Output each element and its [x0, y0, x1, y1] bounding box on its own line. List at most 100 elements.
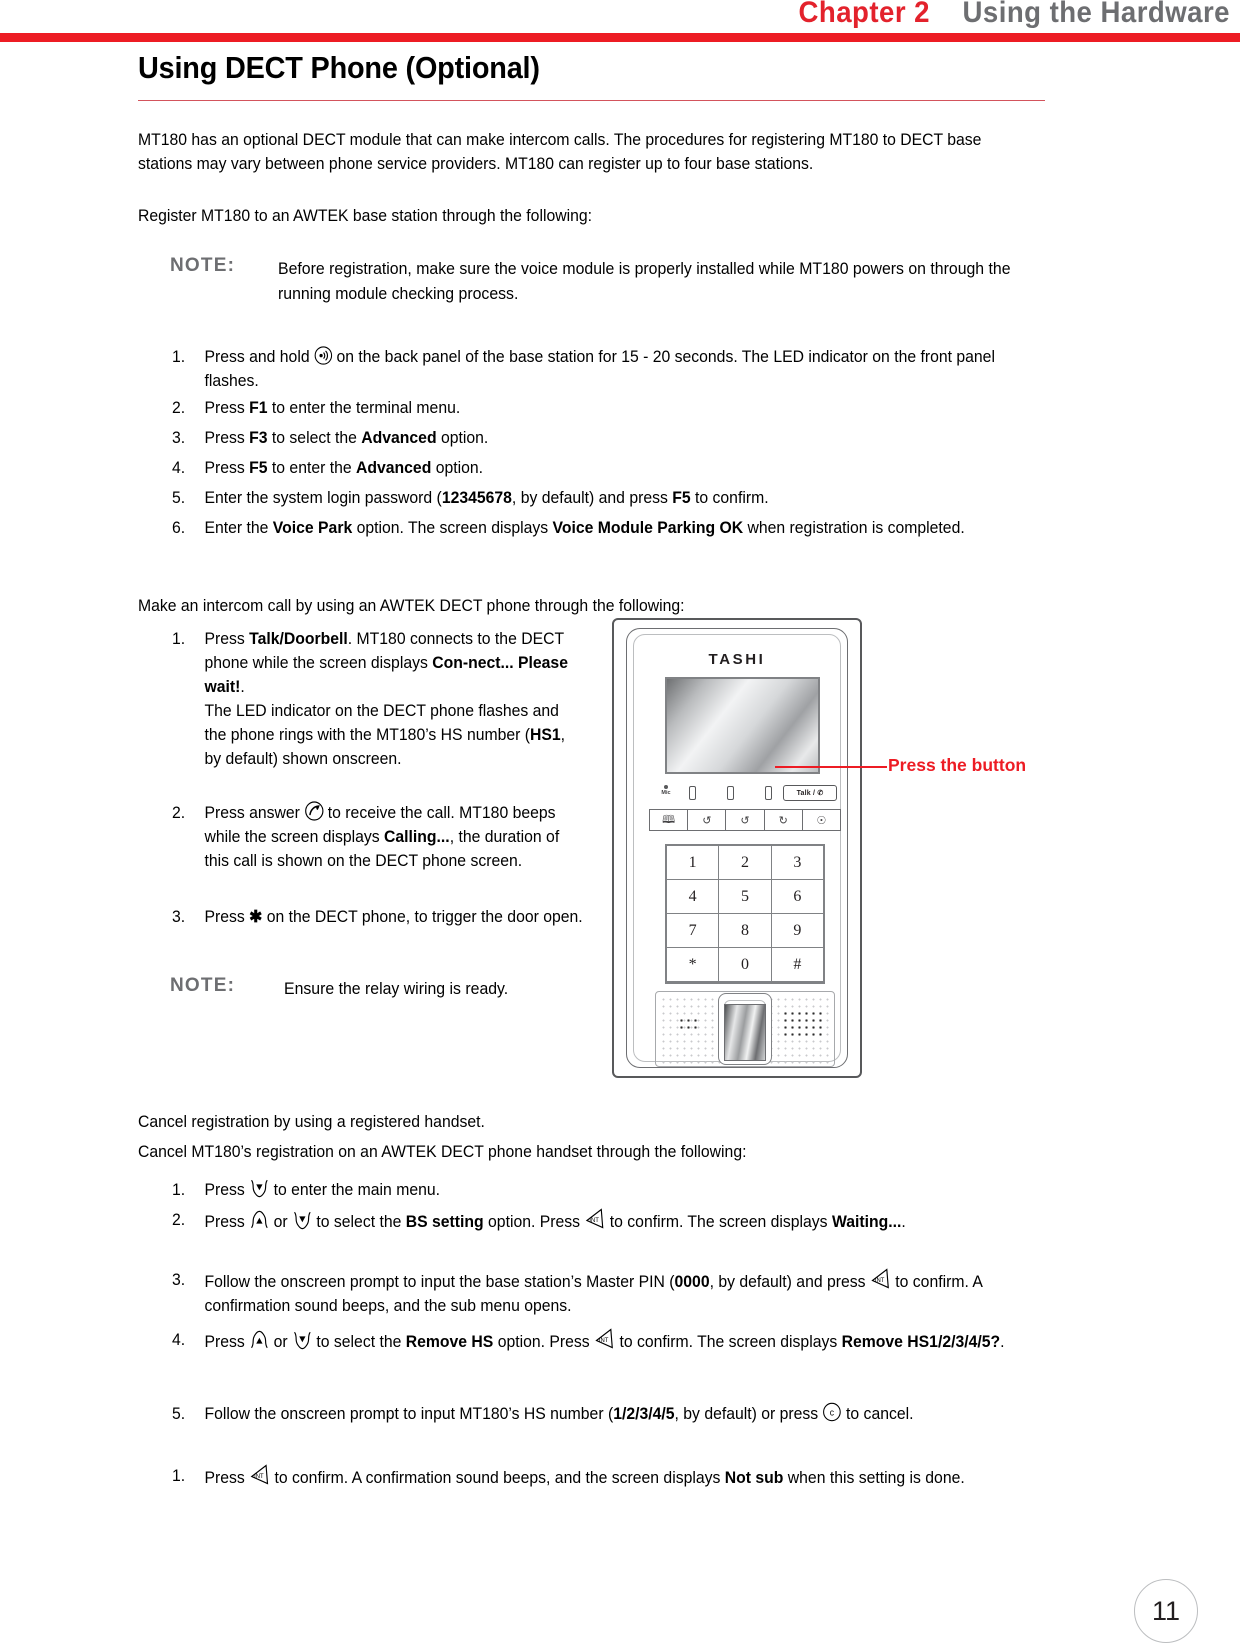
- note-label: NOTE:: [170, 975, 236, 996]
- list-number: 3.: [172, 908, 186, 926]
- cancel-lead-2: Cancel MT180’s registration on an AWTEK …: [138, 1143, 747, 1161]
- intro-paragraph-1: MT180 has an optional DECT module that c…: [138, 131, 982, 173]
- key-5[interactable]: 5: [719, 880, 772, 914]
- keypad-row: 7 8 9: [667, 914, 823, 948]
- device-display: [665, 677, 820, 774]
- talk-doorbell-button[interactable]: Talk / ✆: [783, 785, 837, 801]
- fingerprint-reader[interactable]: [718, 993, 772, 1065]
- list-item: 3. Press ✱ on the DECT phone, to trigger…: [172, 905, 583, 929]
- redial-icon[interactable]: ↻: [765, 810, 803, 830]
- list-item: 1. Press Talk/Doorbell. MT180 connects t…: [172, 627, 583, 771]
- int-key-icon: INT: [584, 1208, 605, 1230]
- page-number: 11: [1134, 1579, 1198, 1643]
- svg-text:INT: INT: [875, 1278, 885, 1284]
- talk-doorbell-key: Talk/Doorbell: [249, 630, 348, 648]
- device-brand-label: TASHI: [708, 651, 766, 668]
- asterisk-key-icon: ✱: [249, 908, 263, 926]
- option-remove-hs: Remove HS: [405, 1333, 494, 1351]
- list-item: 5. Enter the system login password (1234…: [172, 486, 1022, 510]
- list-number: 4.: [172, 459, 186, 477]
- device-keypad: 1 2 3 4 5 6 7 8 9 * 0 #: [665, 844, 825, 984]
- list-number: 1.: [172, 630, 186, 648]
- device-function-row: 🕮 ↺ ↺ ↻ ☉: [649, 809, 841, 831]
- heading-divider: [138, 100, 1045, 101]
- key-7[interactable]: 7: [667, 914, 720, 948]
- key-0[interactable]: 0: [719, 948, 772, 982]
- key-hash[interactable]: #: [771, 948, 823, 982]
- screen-message-not-sub: Not sub: [724, 1469, 784, 1487]
- option-voice-park: Voice Park: [272, 519, 353, 537]
- note-label: NOTE:: [170, 255, 236, 276]
- int-key-icon: INT: [870, 1268, 891, 1290]
- list-item: 2. Press or to select the BS setting opt…: [172, 1208, 1022, 1234]
- key-9[interactable]: 9: [771, 914, 823, 948]
- callout-leader-line: [775, 766, 887, 769]
- book-icon[interactable]: 🕮: [650, 810, 689, 830]
- key-4[interactable]: 4: [667, 880, 720, 914]
- intro-paragraph-2: Register MT180 to an AWTEK base station …: [138, 207, 592, 225]
- list-item: 1. Press to enter the main menu.: [172, 1178, 1022, 1202]
- option-bs-setting: BS setting: [405, 1213, 484, 1231]
- keypad-row: 1 2 3: [667, 846, 823, 880]
- call-forward-icon[interactable]: ↺: [726, 810, 765, 830]
- list-item: 2. Press F1 to enter the terminal menu.: [172, 396, 1022, 420]
- answer-call-icon: [304, 801, 324, 821]
- note-body: Before registration, make sure the voice…: [278, 260, 1011, 303]
- screen-message: Voice Module Parking OK: [552, 519, 744, 537]
- list-item: 5. Follow the onscreen prompt to input M…: [172, 1402, 1022, 1426]
- note-body: Ensure the relay wiring is ready.: [284, 980, 509, 998]
- list-number: 6.: [172, 519, 186, 537]
- key-8[interactable]: 8: [719, 914, 772, 948]
- svg-text:c: c: [830, 1407, 835, 1417]
- key-2[interactable]: 2: [719, 846, 772, 880]
- keypad-row: 4 5 6: [667, 880, 823, 914]
- svg-text:INT: INT: [589, 1218, 599, 1224]
- key-f5: F5: [672, 489, 691, 507]
- down-arrow-key-icon: [292, 1330, 312, 1350]
- default-hs-number: HS1: [530, 726, 561, 744]
- key-1[interactable]: 1: [667, 846, 720, 880]
- up-arrow-key-icon: [249, 1210, 269, 1230]
- globe-icon[interactable]: ☉: [803, 810, 840, 830]
- led-indicator-2: [727, 786, 734, 800]
- list-item: 6. Enter the Voice Park option. The scre…: [172, 516, 1022, 540]
- key-3[interactable]: 3: [771, 846, 823, 880]
- list-item: 2. Press answer to receive the call. MT1…: [172, 801, 583, 873]
- running-header: Chapter 2 Using the Hardware: [799, 0, 1230, 30]
- mic-label: Mic: [661, 790, 671, 796]
- list-number: 5.: [172, 489, 186, 507]
- int-key-icon: INT: [594, 1328, 615, 1350]
- key-asterisk[interactable]: *: [667, 948, 720, 982]
- key-f3: F3: [249, 429, 268, 447]
- screen-message-waiting: Waiting...: [831, 1213, 902, 1231]
- dect-phone-illustration: TASHI Mic Talk / ✆ 🕮 ↺ ↺ ↻ ☉ 1 2 3 4 5 6…: [612, 618, 862, 1078]
- down-arrow-key-icon: [292, 1210, 312, 1230]
- page-title: Using DECT Phone (Optional): [138, 50, 540, 85]
- list-number: 2.: [172, 399, 186, 417]
- list-number: 5.: [172, 1405, 186, 1423]
- list-number: 2.: [172, 804, 186, 822]
- intercom-lead: Make an intercom call by using an AWTEK …: [138, 597, 685, 615]
- header-chapter-label: Chapter 2: [798, 0, 930, 29]
- list-item: 3. Follow the onscreen prompt to input t…: [172, 1268, 1022, 1318]
- int-key-icon: INT: [249, 1464, 270, 1486]
- step-text-pre: Press and hold: [204, 348, 314, 366]
- list-item: 4. Press F5 to enter the Advanced option…: [172, 456, 1022, 480]
- key-6[interactable]: 6: [771, 880, 823, 914]
- screen-message-remove-hs: Remove HS1/2/3/4/5?: [841, 1333, 1001, 1351]
- key-f5: F5: [249, 459, 268, 477]
- call-back-icon[interactable]: ↺: [688, 810, 727, 830]
- led-indicator-1: [689, 786, 696, 800]
- callout-label: Press the button: [888, 755, 1027, 775]
- list-number: 1.: [172, 1181, 186, 1199]
- default-hs-numbers: 1/2/3/4/5: [613, 1405, 675, 1423]
- list-number: 3.: [172, 1271, 186, 1289]
- keypad-row: * 0 #: [667, 948, 823, 982]
- page-header: Chapter 2 Using the Hardware: [0, 0, 1240, 42]
- list-item: 1. Press and hold on the back panel of t…: [172, 345, 1022, 393]
- list-number: 3.: [172, 429, 186, 447]
- list-number: 1.: [172, 1467, 186, 1485]
- cancel-c-key-icon: c: [823, 1402, 842, 1422]
- svg-text:INT: INT: [254, 1474, 264, 1480]
- list-number: 2.: [172, 1211, 186, 1229]
